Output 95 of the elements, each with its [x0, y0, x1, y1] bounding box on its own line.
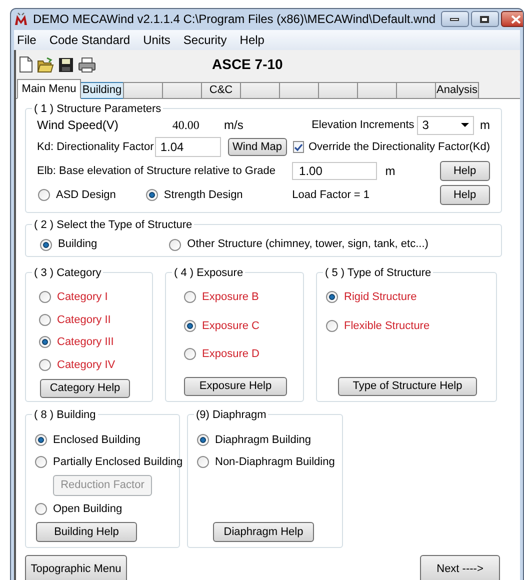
tab[interactable]	[240, 82, 280, 99]
input-field[interactable]: 1.00	[292, 162, 378, 180]
radio-button[interactable]	[326, 291, 338, 304]
help-button[interactable]: Exposure Help	[184, 377, 287, 396]
radio-button[interactable]	[35, 503, 47, 516]
menu-item[interactable]: Help	[240, 31, 264, 49]
field-label: Wind Speed(V)	[37, 117, 120, 134]
radio-button[interactable]	[326, 320, 338, 332]
checkbox-label: Override the Directionality Factor(Kd)	[308, 140, 490, 155]
standard-title: ASCE 7-10	[212, 55, 283, 74]
field-label: Elevation Increments	[312, 118, 414, 133]
unit-label: m/s	[224, 117, 244, 134]
radio-button[interactable]	[197, 456, 209, 468]
next-button[interactable]: Next ---->	[420, 555, 500, 580]
group-title: ( 8 ) Building	[32, 407, 98, 424]
help-button[interactable]: Building Help	[36, 522, 137, 542]
radio-label: Category II	[57, 312, 111, 328]
unit-label: m	[385, 163, 396, 180]
tab[interactable]	[396, 82, 436, 99]
save-icon[interactable]	[58, 56, 74, 72]
radio-label: Partially Enclosed Building	[53, 454, 183, 470]
checkbox[interactable]	[292, 141, 304, 153]
window-title: DEMO MECAWind v2.1.1.4 C:\Program Files (x86)\MECAWind\Default.wnd	[33, 11, 436, 28]
print-icon[interactable]	[78, 56, 96, 72]
app-logo-icon	[14, 12, 28, 26]
menu-item[interactable]: File	[17, 31, 36, 49]
new-file-icon[interactable]	[19, 56, 33, 73]
radio-label: Diaphragm Building	[215, 433, 311, 448]
tab[interactable]	[279, 82, 319, 99]
radio-button[interactable]	[197, 434, 209, 446]
group-title: ( 3 ) Category	[32, 265, 104, 282]
help-button[interactable]: Category Help	[40, 379, 130, 398]
radio-button[interactable]	[39, 336, 51, 348]
maximize-button[interactable]	[470, 11, 499, 27]
radio-button[interactable]	[39, 358, 51, 371]
tab[interactable]: C&C	[201, 82, 241, 99]
elevation-dropdown[interactable]: 3	[417, 116, 474, 134]
radio-label: Exposure C	[202, 318, 260, 334]
group-title: ( 2 ) Select the Type of Structure	[32, 217, 194, 234]
radio-button[interactable]	[39, 314, 51, 326]
topographic-menu-button[interactable]: Topographic Menu	[25, 555, 127, 580]
input-field[interactable]: 1.04	[155, 137, 221, 157]
unit-label: m	[480, 117, 490, 134]
menu-item[interactable]: Security	[183, 31, 227, 49]
radio-label: Category III	[57, 335, 114, 350]
radio-label: Category I	[57, 290, 108, 305]
radio-label: Other Structure (chimney, tower, sign, tank, etc...)	[187, 237, 428, 252]
open-folder-icon[interactable]	[37, 56, 54, 72]
group-title: ( 1 ) Structure Parameters	[32, 101, 164, 118]
field-label: Elb: Base elevation of Structure relative to Grade	[37, 164, 276, 179]
group-title: (9) Diaphragm	[194, 407, 268, 424]
radio-label: Rigid Structure	[344, 290, 417, 305]
radio-label: ASD Design	[56, 188, 116, 203]
radio-button[interactable]	[38, 189, 50, 201]
wind-speed-value: 40.00	[171, 117, 200, 134]
radio-label: Exposure D	[202, 347, 260, 362]
radio-label: Non-Diaphragm Building	[215, 454, 335, 470]
minimize-button[interactable]	[440, 11, 469, 27]
radio-button[interactable]	[184, 291, 196, 304]
menu-item[interactable]: Units	[143, 31, 170, 49]
menu-item[interactable]: Code Standard	[49, 31, 130, 49]
tab[interactable]: Analysis	[435, 82, 479, 99]
tab[interactable]	[162, 82, 202, 99]
radio-button[interactable]	[35, 434, 47, 446]
wind-map-button[interactable]: Wind Map	[228, 138, 287, 156]
group-title: ( 5 ) Type of Structure	[323, 265, 434, 282]
tab[interactable]	[123, 82, 163, 99]
field-label: Kd: Directionality Factor	[37, 140, 155, 155]
radio-button[interactable]	[35, 456, 47, 468]
group-title: ( 4 ) Exposure	[172, 265, 246, 282]
close-icon[interactable]	[510, 14, 521, 24]
tab[interactable]	[357, 82, 397, 99]
radio-label: Category IV	[57, 358, 116, 372]
radio-button[interactable]	[184, 320, 196, 332]
radio-label: Flexible Structure	[344, 318, 430, 334]
help-button[interactable]: Type of Structure Help	[338, 377, 477, 396]
caret-icon	[460, 123, 469, 127]
help-button[interactable]: Help	[440, 185, 490, 205]
radio-button[interactable]	[184, 348, 196, 360]
radio-label: Open Building	[53, 502, 122, 517]
tab[interactable]: Main Menu	[17, 79, 81, 99]
radio-button[interactable]	[40, 238, 52, 250]
help-button[interactable]: Help	[440, 161, 490, 181]
load-factor-text: Load Factor = 1	[292, 188, 371, 203]
radio-button[interactable]	[39, 291, 51, 304]
radio-label: Building	[58, 237, 98, 252]
radio-button[interactable]	[146, 189, 158, 201]
tab[interactable]	[318, 82, 358, 99]
help-button[interactable]: Diaphragm Help	[213, 522, 314, 542]
radio-button[interactable]	[169, 238, 182, 250]
close-button[interactable]	[500, 11, 523, 27]
radio-label: Exposure B	[202, 290, 259, 305]
radio-label: Strength Design	[164, 188, 243, 203]
radio-label: Enclosed Building	[53, 433, 140, 448]
tab[interactable]: Building	[80, 82, 124, 99]
